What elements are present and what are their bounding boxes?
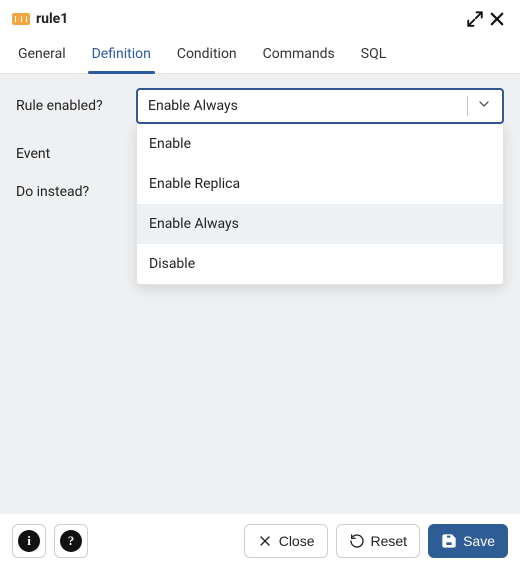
help-button[interactable]: ? <box>54 524 88 558</box>
save-button[interactable]: Save <box>428 524 508 558</box>
tab-condition[interactable]: Condition <box>175 36 239 73</box>
tab-definition[interactable]: Definition <box>90 36 153 73</box>
expand-icon[interactable] <box>464 8 486 30</box>
info-button[interactable]: i <box>12 524 46 558</box>
footer: i ? Close Reset Save <box>0 514 520 572</box>
tab-general[interactable]: General <box>16 36 68 73</box>
save-button-label: Save <box>463 533 495 549</box>
info-icon: i <box>18 530 40 552</box>
option-disable[interactable]: Disable <box>137 244 503 284</box>
form-body: Rule enabled? Enable Always Enable <box>0 74 520 514</box>
close-button[interactable]: Close <box>244 524 328 558</box>
rule-icon <box>12 13 30 25</box>
window-title: rule1 <box>36 11 68 27</box>
option-enable-always[interactable]: Enable Always <box>137 204 503 244</box>
close-icon[interactable] <box>486 8 508 30</box>
reset-button[interactable]: Reset <box>336 524 421 558</box>
option-enable-replica[interactable]: Enable Replica <box>137 164 503 204</box>
close-button-label: Close <box>279 533 315 549</box>
save-icon <box>441 533 457 549</box>
label-event: Event <box>16 146 136 162</box>
reset-button-label: Reset <box>371 533 408 549</box>
tab-commands[interactable]: Commands <box>261 36 337 73</box>
reset-icon <box>349 533 365 549</box>
label-do-instead: Do instead? <box>16 184 136 200</box>
select-separator <box>467 96 468 116</box>
chevron-down-icon[interactable] <box>476 96 492 116</box>
label-rule-enabled: Rule enabled? <box>16 98 136 114</box>
rule-enabled-select[interactable]: Enable Always <box>136 88 504 124</box>
rule-enabled-dropdown: Enable Enable Replica Enable Always Disa… <box>136 124 504 285</box>
x-icon <box>257 533 273 549</box>
rule-enabled-value: Enable Always <box>148 98 238 114</box>
option-enable[interactable]: Enable <box>137 124 503 164</box>
help-icon: ? <box>60 530 82 552</box>
tab-sql[interactable]: SQL <box>359 36 388 73</box>
tab-bar: General Definition Condition Commands SQ… <box>0 36 520 74</box>
